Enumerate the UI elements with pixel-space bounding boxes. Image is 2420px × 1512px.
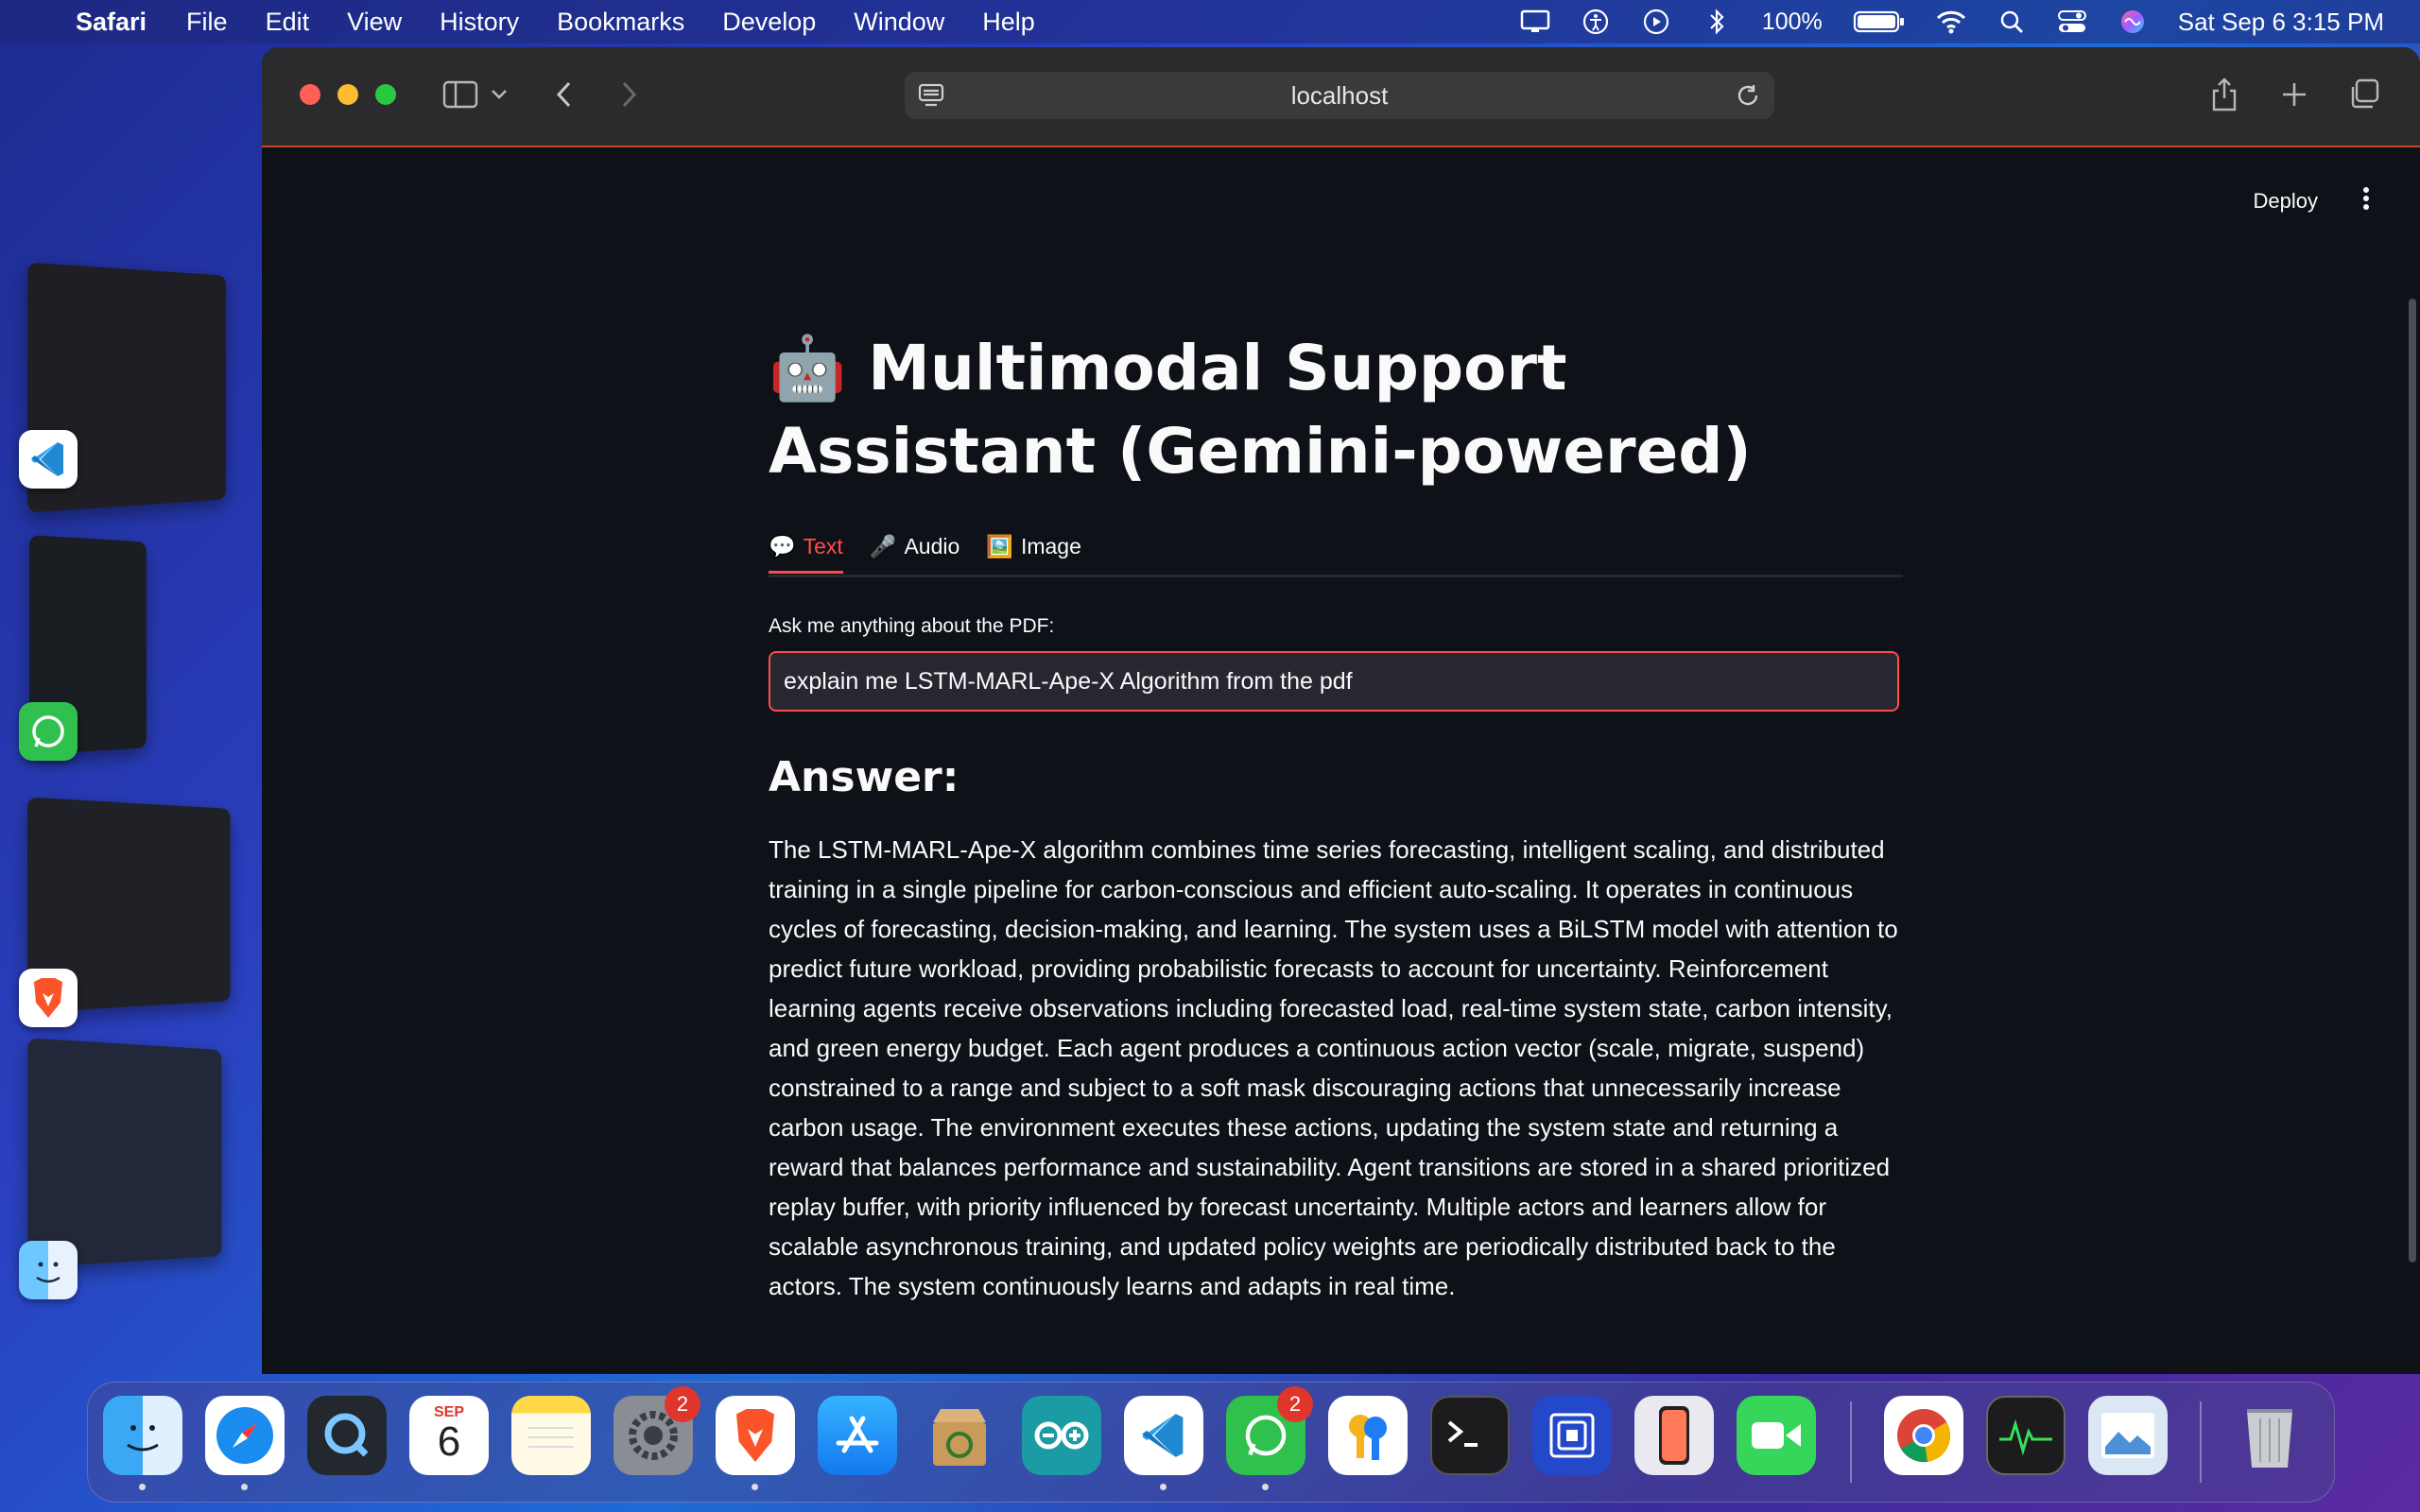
close-window-button[interactable] — [300, 84, 320, 105]
answer-text: The LSTM-MARL-Ape-X algorithm combines t… — [769, 835, 1898, 1300]
dock-notes[interactable] — [511, 1396, 591, 1475]
whatsapp-icon[interactable] — [19, 702, 78, 761]
safari-window: localhost Deploy 🤖 Multimodal Support As… — [262, 47, 2420, 1374]
dock-calendar[interactable]: SEP 6 — [409, 1396, 489, 1475]
speech-bubble-icon: 💬 — [769, 533, 796, 558]
vscode-icon[interactable] — [19, 430, 78, 489]
dock-preview[interactable] — [2088, 1396, 2168, 1475]
forward-button[interactable] — [610, 76, 648, 113]
dock-finder[interactable] — [103, 1396, 182, 1490]
menu-edit[interactable]: Edit — [266, 8, 310, 37]
share-icon[interactable] — [2205, 76, 2243, 113]
battery-icon[interactable] — [1853, 9, 1906, 35]
notification-badge: 2 — [1277, 1386, 1313, 1422]
question-input-label: Ask me anything about the PDF: — [769, 615, 1055, 637]
vertical-scrollbar[interactable] — [2409, 299, 2416, 1263]
tab-image-label: Image — [1020, 533, 1081, 558]
deploy-button[interactable]: Deploy — [2254, 189, 2318, 214]
menu-clock[interactable]: Sat Sep 6 3:15 PM — [2178, 8, 2384, 37]
menu-file[interactable]: File — [186, 8, 228, 37]
page-title: 🤖 Multimodal Support Assistant (Gemini-p… — [769, 327, 1903, 493]
dock-trash[interactable] — [2230, 1396, 2309, 1475]
dock-facetime[interactable] — [1737, 1396, 1816, 1475]
dock-archive-utility[interactable] — [920, 1396, 999, 1475]
streamlit-app: Deploy 🤖 Multimodal Support Assistant (G… — [262, 147, 2420, 1374]
wifi-icon[interactable] — [1936, 9, 1966, 35]
tab-text-label: Text — [803, 533, 843, 558]
microphone-icon: 🎤 — [869, 533, 897, 558]
dock-activity-monitor[interactable] — [1986, 1396, 2066, 1475]
tab-audio[interactable]: 🎤 Audio — [870, 522, 959, 571]
robot-emoji-icon: 🤖 — [769, 332, 847, 404]
menu-bookmarks[interactable]: Bookmarks — [557, 8, 684, 37]
new-tab-icon[interactable] — [2275, 76, 2313, 113]
bluetooth-icon[interactable] — [1702, 9, 1732, 35]
zoom-window-button[interactable] — [375, 84, 396, 105]
dock-separator — [1850, 1401, 1852, 1483]
mode-tabs: 💬 Text 🎤 Audio 🖼️ Image — [769, 522, 1903, 577]
sidebar-toggle-icon[interactable] — [441, 76, 479, 113]
play-icon[interactable] — [1641, 9, 1671, 35]
main-column: 🤖 Multimodal Support Assistant (Gemini-p… — [769, 327, 1903, 1306]
spotlight-search-icon[interactable] — [1996, 9, 2027, 35]
dock-app-store[interactable] — [818, 1396, 897, 1475]
menu-history[interactable]: History — [440, 8, 519, 37]
back-button[interactable] — [545, 76, 583, 113]
notification-badge: 2 — [665, 1386, 700, 1422]
calendar-day: 6 — [437, 1418, 461, 1465]
stage-window-finder[interactable] — [27, 1038, 222, 1268]
reload-icon[interactable] — [1735, 82, 1761, 115]
siri-icon[interactable] — [2118, 9, 2148, 35]
dock-chrome[interactable] — [1884, 1396, 1963, 1475]
menu-window[interactable]: Window — [854, 8, 944, 37]
page-settings-icon[interactable] — [918, 83, 944, 114]
dock-terminal[interactable] — [1430, 1396, 1510, 1475]
tab-image[interactable]: 🖼️ Image — [986, 522, 1081, 571]
control-center-icon[interactable] — [2057, 9, 2087, 35]
dock-vscode[interactable] — [1124, 1396, 1203, 1490]
tab-groups-chevron-down-icon[interactable] — [485, 76, 513, 113]
dock-arduino[interactable] — [1022, 1396, 1101, 1475]
picture-icon: 🖼️ — [986, 533, 1013, 558]
accessibility-icon[interactable] — [1581, 9, 1611, 35]
dock-whatsapp[interactable]: 2 — [1226, 1386, 1313, 1490]
running-indicator — [139, 1484, 146, 1490]
battery-percent: 100% — [1761, 8, 1823, 35]
menu-help[interactable]: Help — [982, 8, 1035, 37]
finder-icon[interactable] — [19, 1241, 78, 1299]
dock: SEP 6 2 2 — [87, 1382, 2335, 1503]
tab-overview-icon[interactable] — [2345, 76, 2383, 113]
tab-audio-label: Audio — [904, 533, 960, 558]
running-indicator — [1262, 1484, 1269, 1490]
browser-toolbar: localhost — [262, 47, 2420, 147]
brave-browser-icon[interactable] — [19, 969, 78, 1027]
dock-vpn-app[interactable] — [1532, 1396, 1612, 1475]
answer-heading: Answer: — [769, 753, 959, 801]
dock-system-settings[interactable]: 2 — [614, 1386, 700, 1475]
running-indicator — [241, 1484, 248, 1490]
question-input[interactable] — [769, 651, 1899, 712]
url-text[interactable]: localhost — [1291, 81, 1389, 111]
main-menu-icon[interactable] — [2361, 185, 2371, 218]
display-icon[interactable] — [1520, 9, 1550, 35]
dock-quicktime[interactable] — [307, 1396, 387, 1475]
menu-develop[interactable]: Develop — [722, 8, 816, 37]
dock-iphone-mirroring[interactable] — [1634, 1396, 1714, 1475]
dock-passwords[interactable] — [1328, 1396, 1408, 1475]
menu-view[interactable]: View — [347, 8, 402, 37]
menu-bar: Safari File Edit View History Bookmarks … — [0, 0, 2420, 43]
running-indicator — [1160, 1484, 1167, 1490]
dock-safari[interactable] — [205, 1396, 285, 1490]
dock-separator — [2200, 1401, 2202, 1483]
menu-app-name[interactable]: Safari — [76, 8, 147, 37]
minimize-window-button[interactable] — [337, 84, 358, 105]
running-indicator — [752, 1484, 758, 1490]
page-title-text: Multimodal Support Assistant (Gemini-pow… — [769, 332, 1752, 488]
address-bar[interactable]: localhost — [905, 72, 1774, 119]
dock-brave[interactable] — [716, 1396, 795, 1490]
tab-text[interactable]: 💬 Text — [769, 522, 843, 574]
